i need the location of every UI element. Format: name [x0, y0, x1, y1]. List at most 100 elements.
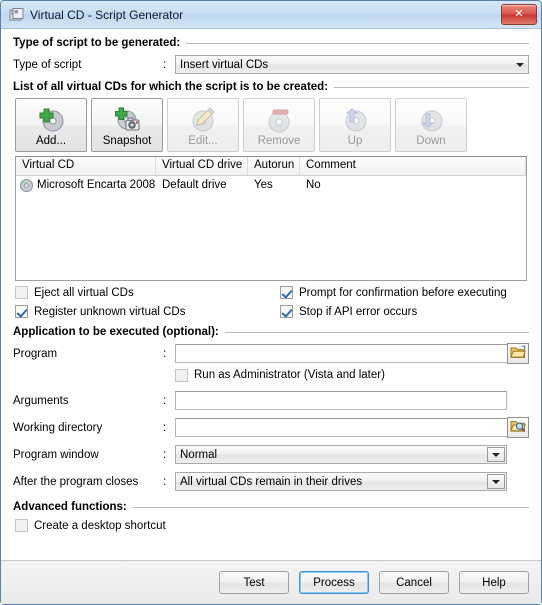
- arguments-input[interactable]: [175, 391, 507, 410]
- program-window-colon: :: [163, 448, 167, 461]
- move-up-button-label: Up: [347, 135, 363, 147]
- options-right-column: Prompt for confirmation before executing…: [280, 286, 507, 318]
- checkbox-prompt-for-confirmation[interactable]: Prompt for confirmation before executing: [280, 286, 507, 299]
- checkbox-run-as-administrator[interactable]: Run as Administrator (Vista and later): [175, 368, 385, 382]
- cell-comment: No: [306, 179, 321, 191]
- cd-snapshot-icon: [112, 105, 142, 135]
- group-label: List of all virtual CDs for which the sc…: [13, 81, 329, 93]
- checkbox-box: [280, 286, 293, 299]
- after-close-label: After the program closes: [13, 475, 139, 488]
- group-rule: [132, 506, 529, 508]
- program-label: Program: [13, 347, 58, 360]
- window-title: Virtual CD - Script Generator: [30, 7, 184, 22]
- cd-up-icon: [340, 105, 370, 135]
- cell-autorun: Yes: [254, 179, 273, 191]
- add-button-label: Add...: [35, 135, 67, 147]
- title-bar: Virtual CD - Script Generator ✕: [1, 1, 541, 29]
- edit-button[interactable]: Edit...: [167, 98, 239, 152]
- snapshot-button[interactable]: Snapshot: [91, 98, 163, 152]
- checkbox-box: [280, 305, 293, 318]
- checkbox-label: Stop if API error occurs: [299, 305, 418, 318]
- checkbox-label: Prompt for confirmation before executing: [299, 286, 507, 299]
- checkbox-eject-all-virtual-cds[interactable]: Eject all virtual CDs: [15, 286, 280, 299]
- group-header-application: Application to be executed (optional):: [13, 326, 529, 338]
- cell-virtual-cd: Microsoft Encarta 2008: [16, 178, 156, 192]
- checkbox-box: [175, 368, 188, 382]
- checkbox-box: [15, 305, 28, 318]
- program-window-dropdown[interactable]: Normal: [175, 445, 507, 464]
- checkbox-stop-if-api-error[interactable]: Stop if API error occurs: [280, 305, 507, 318]
- table-row[interactable]: Microsoft Encarta 2008 Default drive Yes…: [16, 176, 526, 194]
- script-type-value: Insert virtual CDs: [180, 58, 269, 71]
- cd-add-icon: [36, 105, 66, 135]
- cancel-button[interactable]: Cancel: [379, 571, 449, 594]
- snapshot-button-label: Snapshot: [102, 135, 152, 147]
- chevron-down-icon: [487, 474, 505, 489]
- arguments-label: Arguments: [13, 394, 69, 407]
- working-directory-colon: :: [163, 421, 167, 434]
- list-header-row: Virtual CD Virtual CD drive Autorun Comm…: [16, 157, 526, 176]
- cd-remove-icon: [264, 105, 294, 135]
- script-type-label: Type of script: [13, 58, 82, 71]
- working-directory-label: Working directory: [13, 421, 103, 434]
- virtual-cd-icon: [9, 7, 25, 23]
- group-header-script-type: Type of script to be generated:: [13, 37, 529, 49]
- open-folder-icon: [510, 345, 526, 362]
- process-button[interactable]: Process: [299, 571, 369, 594]
- dialog-body: Type of script to be generated: Type of …: [1, 29, 541, 560]
- program-window-value: Normal: [180, 448, 218, 461]
- group-rule: [334, 86, 529, 88]
- folder-search-icon: [510, 419, 526, 436]
- group-rule: [186, 42, 529, 44]
- after-close-dropdown[interactable]: All virtual CDs remain in their drives: [175, 472, 507, 491]
- move-up-button[interactable]: Up: [319, 98, 391, 152]
- after-close-value: All virtual CDs remain in their drives: [180, 475, 363, 488]
- program-input[interactable]: [175, 344, 508, 363]
- close-button[interactable]: ✕: [501, 4, 537, 25]
- cell-virtual-cd-text: Microsoft Encarta 2008: [37, 179, 156, 191]
- group-label: Type of script to be generated:: [13, 37, 181, 49]
- column-header-virtual-cd[interactable]: Virtual CD: [16, 157, 156, 175]
- checkbox-box: [15, 519, 28, 532]
- group-rule: [224, 331, 529, 333]
- remove-button-label: Remove: [257, 135, 301, 147]
- row-after-program-closes: After the program closes : All virtual C…: [13, 470, 529, 493]
- program-window-label: Program window: [13, 448, 99, 461]
- checkbox-create-desktop-shortcut[interactable]: Create a desktop shortcut: [15, 519, 166, 532]
- arguments-colon: :: [163, 394, 167, 407]
- column-header-virtual-cd-drive[interactable]: Virtual CD drive: [156, 157, 248, 175]
- program-browse-button[interactable]: [507, 343, 529, 364]
- cd-edit-icon: [188, 105, 218, 135]
- script-type-dropdown[interactable]: Insert virtual CDs: [175, 55, 529, 74]
- chevron-down-icon: [487, 447, 505, 462]
- row-working-directory: Working directory :: [13, 416, 529, 439]
- working-directory-input[interactable]: [175, 418, 508, 437]
- cd-list-toolbar: Add... Snapshot Edit... Remove Up Down: [15, 98, 529, 152]
- checkbox-register-unknown-virtual-cds[interactable]: Register unknown virtual CDs: [15, 305, 280, 318]
- cd-down-icon: [416, 105, 446, 135]
- move-down-button[interactable]: Down: [395, 98, 467, 152]
- options-group: Eject all virtual CDs Register unknown v…: [15, 286, 529, 318]
- add-button[interactable]: Add...: [15, 98, 87, 152]
- move-down-button-label: Down: [416, 135, 446, 147]
- checkbox-label: Eject all virtual CDs: [34, 286, 134, 299]
- column-header-autorun[interactable]: Autorun: [248, 157, 300, 175]
- cell-virtual-cd-drive: Default drive: [162, 179, 227, 191]
- virtual-cd-list[interactable]: Virtual CD Virtual CD drive Autorun Comm…: [15, 156, 527, 281]
- help-button[interactable]: Help: [459, 571, 529, 594]
- working-directory-browse-button[interactable]: [507, 417, 529, 438]
- row-program: Program :: [13, 342, 529, 365]
- checkbox-box: [15, 286, 28, 299]
- script-generator-dialog: Virtual CD - Script Generator ✕ Type of …: [0, 0, 542, 605]
- checkbox-label: Run as Administrator (Vista and later): [194, 369, 385, 381]
- remove-button[interactable]: Remove: [243, 98, 315, 152]
- dialog-footer: Test Process Cancel Help: [1, 560, 541, 604]
- column-header-comment[interactable]: Comment: [300, 157, 526, 175]
- cd-disc-icon: [20, 178, 33, 192]
- group-header-cd-list: List of all virtual CDs for which the sc…: [13, 81, 529, 93]
- after-close-colon: :: [163, 475, 167, 488]
- edit-button-label: Edit...: [188, 135, 218, 147]
- test-button[interactable]: Test: [219, 571, 289, 594]
- checkbox-label: Create a desktop shortcut: [34, 519, 166, 532]
- checkbox-label: Register unknown virtual CDs: [34, 305, 186, 318]
